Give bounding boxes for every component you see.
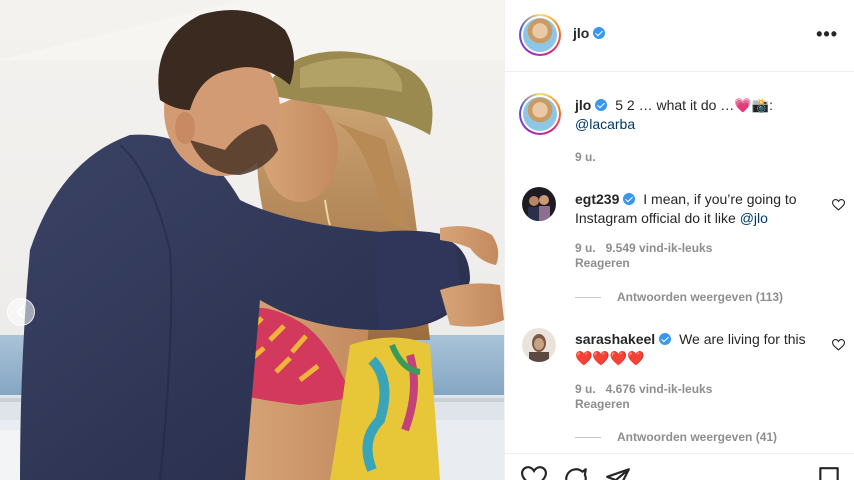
comment-2-text: sarashakeel We are living for this ❤️❤️❤… xyxy=(575,330,825,368)
caption-text: jlo 5 2 … what it do …💗📸: @lacarba xyxy=(575,96,825,134)
caption-avatar[interactable] xyxy=(519,93,561,135)
caption-time[interactable]: 9 u. xyxy=(575,150,596,164)
divider-line xyxy=(575,436,601,438)
verified-badge-icon xyxy=(595,99,608,111)
post-photo[interactable] xyxy=(0,0,504,480)
post-actions-bar xyxy=(505,453,854,480)
comment-2-likes[interactable]: 4.676 vind-ik-leuks xyxy=(606,382,713,396)
comment-1-mention-link[interactable]: @jlo xyxy=(740,210,768,226)
post-header: jlo ••• xyxy=(505,0,854,72)
like-heart-icon[interactable] xyxy=(521,466,547,480)
comment-1-view-replies-text: Antwoorden weergeven (113) xyxy=(617,290,784,304)
comment-1-view-replies[interactable]: Antwoorden weergeven (113) xyxy=(575,290,783,304)
caption-username-text: jlo xyxy=(575,97,592,113)
verified-badge-icon xyxy=(623,193,636,205)
comment-avatar-egt239[interactable] xyxy=(522,187,556,221)
author-avatar-image xyxy=(523,18,557,52)
author-avatar[interactable] xyxy=(519,14,561,56)
comment-avatar-image xyxy=(522,187,556,221)
verified-badge-icon xyxy=(593,27,606,39)
comment-2-view-replies[interactable]: Antwoorden weergeven (41) xyxy=(575,430,777,444)
comment-2-reply-button[interactable]: Reageren xyxy=(575,397,630,411)
comment-1-text: egt239 I mean, if you’re going to Instag… xyxy=(575,190,825,228)
comment-avatar-image xyxy=(522,328,556,362)
chevron-left-icon xyxy=(16,306,24,318)
comment-1-like-icon[interactable] xyxy=(832,199,845,211)
comment-1-username[interactable]: egt239 xyxy=(575,191,636,207)
comment-1-reply-button[interactable]: Reageren xyxy=(575,256,630,270)
post-details-panel: jlo ••• jlo 5 2 … what it do …💗📸: @lacar… xyxy=(504,0,854,480)
comment-2-like-icon[interactable] xyxy=(832,339,845,351)
comment-1-meta: 9 u. 9.549 vind-ik-leuks xyxy=(575,241,722,255)
previous-photo-button[interactable] xyxy=(7,298,35,326)
paper-plane-icon[interactable] xyxy=(605,466,631,480)
comment-avatar-sarashakeel[interactable] xyxy=(522,328,556,362)
post-photo-illustration xyxy=(0,0,504,480)
author-username[interactable]: jlo xyxy=(573,25,606,41)
more-options-icon: ••• xyxy=(816,24,838,44)
comment-2-view-replies-text: Antwoorden weergeven (41) xyxy=(617,430,778,444)
comment-2-username[interactable]: sarashakeel xyxy=(575,331,672,347)
comment-2-username-text: sarashakeel xyxy=(575,331,656,347)
verified-badge-icon xyxy=(659,333,672,345)
caption-meta: 9 u. xyxy=(575,150,606,164)
comment-1-username-text: egt239 xyxy=(575,191,620,207)
caption-mention-link[interactable]: @lacarba xyxy=(575,116,635,132)
caption-body: 5 2 … what it do …💗📸: xyxy=(615,97,774,113)
caption-username[interactable]: jlo xyxy=(575,97,608,113)
comment-icon[interactable] xyxy=(563,466,589,480)
comment-1-time[interactable]: 9 u. xyxy=(575,241,596,255)
divider-line xyxy=(575,296,601,298)
more-options-button[interactable]: ••• xyxy=(816,24,838,44)
comment-2-time[interactable]: 9 u. xyxy=(575,382,596,396)
caption-avatar-image xyxy=(523,97,557,131)
bookmark-icon[interactable] xyxy=(817,466,841,480)
comment-2-meta: 9 u. 4.676 vind-ik-leuks xyxy=(575,382,722,396)
comments-section: jlo 5 2 … what it do …💗📸: @lacarba 9 u. … xyxy=(505,73,854,453)
comment-1-likes[interactable]: 9.549 vind-ik-leuks xyxy=(606,241,713,255)
author-username-text: jlo xyxy=(573,25,590,41)
